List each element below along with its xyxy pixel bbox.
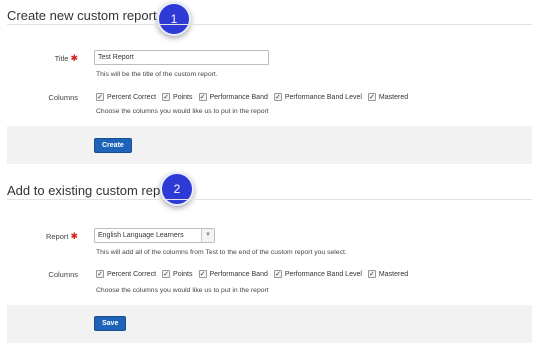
columns-label: Columns: [48, 270, 78, 279]
existing-report-heading: Add to existing custom report: [7, 183, 176, 198]
columns-label: Columns: [48, 93, 78, 102]
callout-1-badge: 1: [157, 2, 191, 36]
column-option-label: Performance Band: [209, 93, 268, 101]
callout-2-badge: 2: [160, 172, 194, 206]
asterisk-icon: ✱: [70, 53, 78, 63]
existing-columns-group: ✓ Percent Correct ✓ Points ✓ Performance Ba…: [96, 270, 414, 278]
create-report-heading: Create new custom report: [7, 8, 157, 23]
column-option-percent-correct[interactable]: ✓ Percent Correct: [96, 93, 156, 101]
column-option-points[interactable]: ✓ Points: [162, 270, 193, 278]
column-option-points[interactable]: ✓ Points: [162, 93, 193, 101]
checkmark-icon[interactable]: ✓: [198, 270, 207, 278]
column-option-label: Percent Correct: [107, 270, 157, 278]
title-hint: This will be the title of the custom rep…: [96, 71, 218, 78]
checkmark-icon[interactable]: ✓: [273, 93, 282, 101]
column-option-performance-band-level[interactable]: ✓ Performance Band Level: [273, 270, 362, 278]
column-option-mastered[interactable]: ✓ Mastered: [367, 270, 409, 278]
column-option-label: Performance Band: [209, 270, 268, 278]
checkmark-icon[interactable]: ✓: [96, 270, 104, 278]
checkmark-icon[interactable]: ✓: [367, 93, 376, 101]
column-option-label: Percent Correct: [107, 93, 157, 101]
checkmark-icon[interactable]: ✓: [96, 93, 104, 101]
checkmark-icon[interactable]: ✓: [273, 270, 282, 278]
save-button[interactable]: Save: [94, 316, 127, 331]
checkmark-icon[interactable]: ✓: [367, 270, 376, 278]
report-hint: This will add all of the columns from Te…: [96, 249, 347, 256]
column-option-label: Points: [173, 93, 193, 101]
save-action-bar: [7, 305, 532, 343]
column-option-performance-band-level[interactable]: ✓ Performance Band Level: [273, 93, 362, 101]
title-label-text: Title: [54, 54, 69, 63]
report-select[interactable]: English Language Learners ▼: [94, 228, 215, 243]
checkmark-icon[interactable]: ✓: [162, 270, 171, 278]
report-label-text: Report: [45, 232, 69, 241]
column-option-label: Mastered: [378, 93, 409, 101]
title-label: Title ✱: [0, 53, 78, 64]
report-select-value: English Language Learners: [98, 232, 184, 239]
column-option-label: Performance Band Level: [284, 270, 362, 278]
columns-hint: Choose the columns you would like us to …: [96, 287, 269, 294]
section-divider: [7, 24, 532, 25]
column-option-label: Mastered: [378, 270, 409, 278]
columns-hint: Choose the columns you would like us to …: [96, 108, 269, 115]
create-columns-group: ✓ Percent Correct ✓ Points ✓ Performance Ba…: [96, 93, 414, 101]
create-button[interactable]: Create: [94, 138, 132, 153]
column-option-percent-correct[interactable]: ✓ Percent Correct: [96, 270, 156, 278]
column-option-label: Performance Band Level: [284, 93, 362, 101]
section-divider: [7, 199, 532, 200]
report-label: Report ✱: [0, 231, 78, 242]
asterisk-icon: ✱: [70, 231, 78, 241]
create-action-bar: [7, 126, 532, 164]
checkmark-icon[interactable]: ✓: [198, 93, 207, 101]
column-option-label: Points: [173, 270, 193, 278]
column-option-mastered[interactable]: ✓ Mastered: [367, 93, 409, 101]
column-option-performance-band[interactable]: ✓ Performance Band: [198, 270, 268, 278]
checkmark-icon[interactable]: ✓: [162, 93, 171, 101]
chevron-down-icon[interactable]: ▼: [201, 229, 214, 242]
title-input[interactable]: [94, 50, 269, 65]
column-option-performance-band[interactable]: ✓ Performance Band: [198, 93, 268, 101]
